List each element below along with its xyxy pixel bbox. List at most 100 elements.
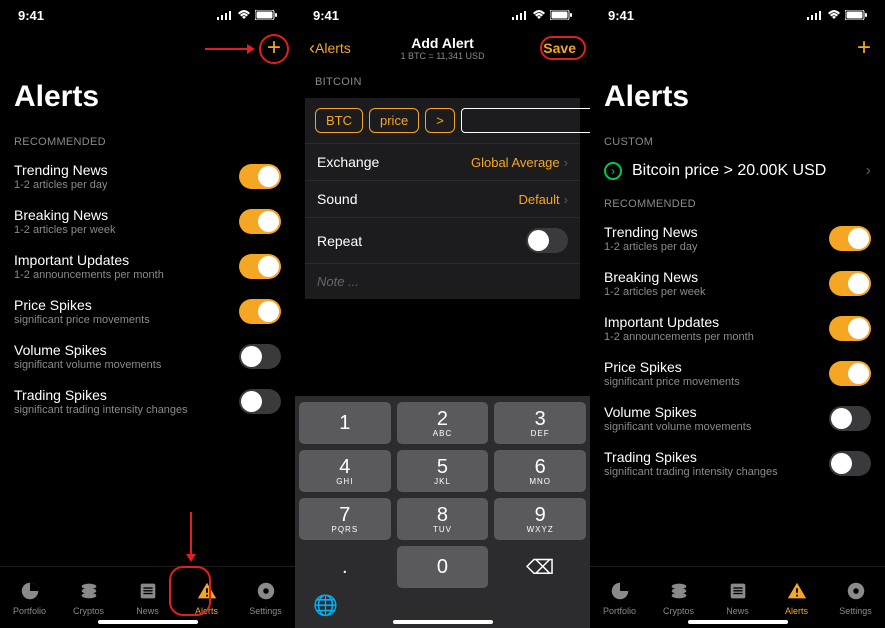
metric-chip[interactable]: price (369, 108, 419, 133)
save-button[interactable]: Save (543, 40, 576, 56)
alert-toggle[interactable] (829, 406, 871, 431)
chevron-right-icon: › (564, 155, 568, 170)
symbol-chip[interactable]: BTC (315, 108, 363, 133)
alert-toggle[interactable] (239, 344, 281, 369)
chevron-right-icon: › (564, 192, 568, 207)
key-3[interactable]: 3DEF (494, 402, 586, 444)
repeat-label: Repeat (317, 233, 362, 249)
alert-toggle[interactable] (829, 316, 871, 341)
key-4[interactable]: 4GHI (299, 450, 391, 492)
key-digit: 2 (437, 408, 448, 431)
key-letters: DEF (531, 429, 550, 438)
settings-icon (255, 580, 277, 604)
alert-subtitle: significant volume movements (14, 359, 161, 371)
wifi-icon (532, 8, 546, 23)
alert-subtitle: significant price movements (14, 314, 150, 326)
repeat-row: Repeat (305, 217, 580, 263)
alert-subtitle: significant price movements (604, 376, 740, 388)
tab-news[interactable]: News (118, 567, 177, 628)
key-7[interactable]: 7PQRS (299, 498, 391, 540)
alert-title: Important Updates (14, 252, 164, 268)
home-indicator[interactable] (98, 620, 198, 624)
check-circle-icon (604, 162, 622, 180)
sound-row[interactable]: Sound Default› (305, 180, 580, 217)
tab-settings[interactable]: Settings (826, 567, 885, 628)
home-indicator[interactable] (688, 620, 788, 624)
key-digit: 7 (339, 504, 350, 527)
alert-subtitle: significant trading intensity changes (604, 466, 778, 478)
nav-bar: ‹ Alerts Add Alert 1 BTC = 11,341 USD Sa… (295, 30, 590, 66)
alert-title: Important Updates (604, 314, 754, 330)
key-1[interactable]: 1 (299, 402, 391, 444)
key-2[interactable]: 2ABC (397, 402, 489, 444)
alert-toggle[interactable] (239, 299, 281, 324)
settings-icon (845, 580, 867, 604)
alert-row: Important Updates1-2 announcements per m… (590, 306, 885, 351)
key-0[interactable]: 0 (397, 546, 489, 588)
alert-toggle[interactable] (239, 209, 281, 234)
nav-bar: + (590, 30, 885, 66)
note-input[interactable]: Note ... (305, 263, 580, 299)
tab-settings[interactable]: Settings (236, 567, 295, 628)
alert-toggle[interactable] (829, 226, 871, 251)
alert-toggle[interactable] (239, 254, 281, 279)
alert-subtitle: 1-2 announcements per month (14, 269, 164, 281)
alert-title: Price Spikes (14, 297, 150, 313)
key-letters: WXYZ (527, 525, 554, 534)
screen-alerts-with-custom: 9:41 + Alerts CUSTOM Bitcoin price > 20.… (590, 0, 885, 628)
custom-alert-desc: price > 20.00K USD (684, 162, 826, 179)
alert-title: Price Spikes (604, 359, 740, 375)
key-6[interactable]: 6MNO (494, 450, 586, 492)
tab-cryptos[interactable]: Cryptos (59, 567, 118, 628)
key-digit: 5 (437, 456, 448, 479)
annotation-arrow-alerts-tab (184, 512, 198, 562)
back-label: Alerts (315, 40, 351, 56)
tab-cryptos[interactable]: Cryptos (649, 567, 708, 628)
key-digit: 8 (437, 504, 448, 527)
alert-row: Trading Spikessignificant trading intens… (590, 441, 885, 486)
sound-label: Sound (317, 191, 357, 207)
tab-portfolio[interactable]: Portfolio (590, 567, 649, 628)
alert-row: Trading Spikessignificant trading intens… (0, 379, 295, 424)
alert-toggle[interactable] (239, 389, 281, 414)
key-digit: 3 (535, 408, 546, 431)
tab-news[interactable]: News (708, 567, 767, 628)
status-time: 9:41 (18, 8, 44, 23)
key-8[interactable]: 8TUV (397, 498, 489, 540)
status-time: 9:41 (608, 8, 634, 23)
alert-title: Trading Spikes (14, 387, 188, 403)
custom-alert-name: Bitcoin (632, 162, 680, 179)
key-digit: 6 (535, 456, 546, 479)
operator-chip[interactable]: > (425, 108, 455, 133)
alert-subtitle: 1-2 articles per day (604, 241, 698, 253)
tab-label: Alerts (785, 606, 808, 616)
backspace-key[interactable]: ⌫ (494, 546, 586, 588)
key-5[interactable]: 5JKL (397, 450, 489, 492)
repeat-toggle[interactable] (526, 228, 568, 253)
add-alert-button[interactable]: + (267, 34, 281, 62)
dot-key[interactable]: . (299, 546, 391, 588)
alert-row: Important Updates1-2 announcements per m… (0, 244, 295, 289)
add-alert-button[interactable]: + (857, 34, 871, 62)
price-input[interactable] (461, 108, 590, 133)
alert-subtitle: significant trading intensity changes (14, 404, 188, 416)
tab-alerts[interactable]: Alerts (177, 567, 236, 628)
custom-alert-row[interactable]: Bitcoin price > 20.00K USD › (590, 154, 885, 188)
alert-row: Price Spikessignificant price movements (590, 351, 885, 396)
globe-icon[interactable]: 🌐 (313, 593, 338, 618)
exchange-row[interactable]: Exchange Global Average› (305, 143, 580, 180)
alert-title: Volume Spikes (14, 342, 161, 358)
back-button[interactable]: ‹ Alerts (309, 38, 351, 59)
alert-toggle[interactable] (829, 271, 871, 296)
status-icons (512, 8, 572, 23)
alert-toggle[interactable] (829, 451, 871, 476)
tab-portfolio[interactable]: Portfolio (0, 567, 59, 628)
cryptos-icon (668, 580, 690, 604)
alert-toggle[interactable] (239, 164, 281, 189)
key-9[interactable]: 9WXYZ (494, 498, 586, 540)
alert-toggle[interactable] (829, 361, 871, 386)
news-icon (137, 580, 159, 604)
tab-label: Settings (839, 606, 872, 616)
home-indicator[interactable] (393, 620, 493, 624)
tab-alerts[interactable]: Alerts (767, 567, 826, 628)
